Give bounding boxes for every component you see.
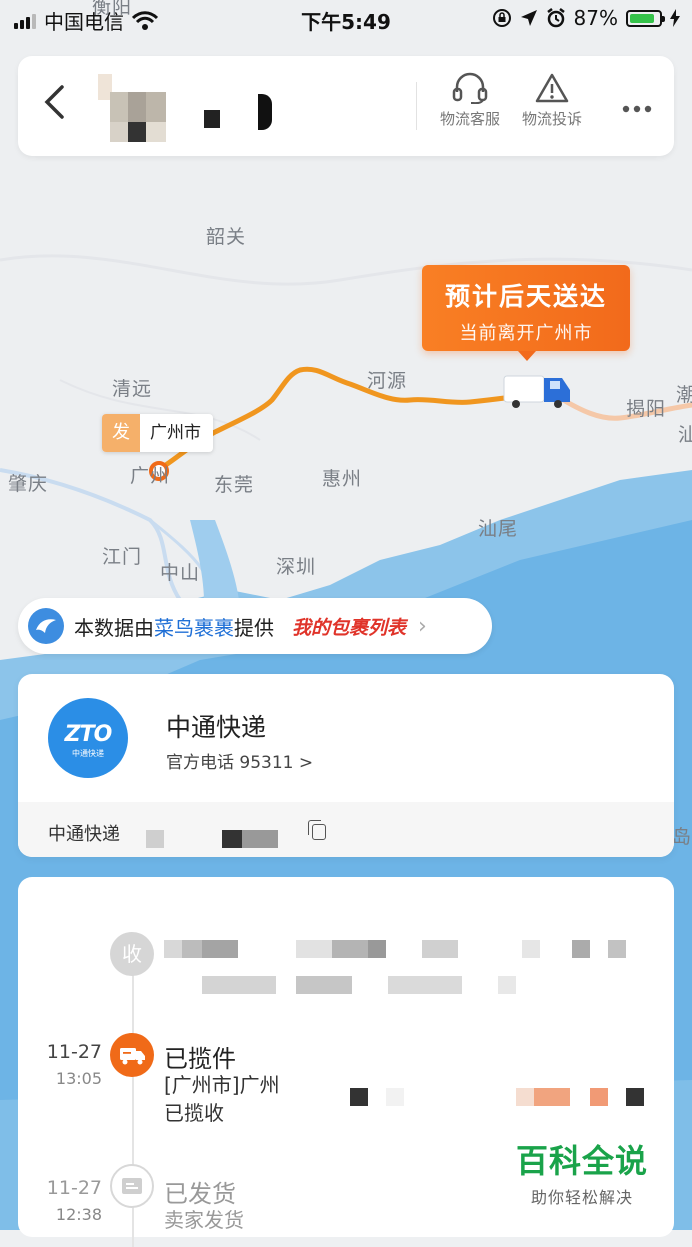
box-icon	[110, 1164, 154, 1208]
my-package-list-link[interactable]: 我的包裹列表	[292, 613, 406, 640]
city-label: 汕尾	[478, 518, 519, 540]
more-button[interactable]	[622, 94, 652, 114]
city-label: 肇庆	[8, 473, 49, 495]
truck-icon	[110, 1033, 154, 1077]
city-label: 汕	[678, 424, 692, 446]
city-label: 清远	[112, 378, 153, 400]
customer-service-label: 物流客服	[439, 110, 500, 128]
watermark-title: 百科全说	[516, 1142, 649, 1180]
rotation-lock-icon	[492, 9, 511, 27]
data-source-pill[interactable]: 本数据由 菜鸟裹裹 提供 我的包裹列表 ›	[18, 598, 492, 654]
event-datetime: 11-27 13:05	[26, 1041, 102, 1088]
courier-name: 中通快递	[166, 713, 267, 742]
back-button[interactable]	[42, 84, 72, 124]
zto-logo-text: ZTO	[64, 722, 113, 747]
event-description: [广州市]广州	[164, 1073, 280, 1097]
eta-subtitle: 当前离开广州市	[459, 323, 593, 344]
eta-title: 预计后天送达	[444, 282, 607, 311]
city-label: 江门	[102, 546, 143, 568]
source-prefix: 本数据由	[74, 615, 154, 640]
location-icon	[520, 10, 537, 26]
warning-icon	[535, 73, 569, 103]
cainiao-logo-icon	[28, 608, 64, 644]
city-label: 岛	[672, 826, 692, 848]
origin-tag: 发 广州市	[102, 414, 213, 452]
origin-city: 广州市	[150, 423, 201, 443]
source-suffix: 提供	[234, 615, 274, 640]
alarm-icon	[546, 8, 565, 28]
copy-icon[interactable]	[308, 820, 326, 840]
event-datetime: 11-27 12:38	[26, 1177, 102, 1224]
watermark: 百科全说 助你轻松解决	[516, 1136, 648, 1208]
city-label: 河源	[367, 370, 408, 392]
city-label: 中山	[160, 562, 201, 584]
event-title: 已揽件	[164, 1045, 236, 1073]
charging-icon	[670, 9, 680, 27]
watermark-subtitle: 助你轻松解决	[531, 1188, 634, 1207]
event-time: 12:38	[55, 1205, 102, 1224]
origin-badge: 发	[102, 414, 140, 452]
header-divider	[416, 82, 417, 130]
city-label: 东莞	[214, 474, 255, 496]
event-description-2: 已揽收	[164, 1101, 224, 1125]
waybill-label: 中通快递	[48, 824, 120, 845]
city-label: 揭阳	[626, 398, 667, 420]
battery-icon	[626, 9, 665, 27]
city-label: 深圳	[276, 556, 317, 578]
headset-icon	[452, 72, 488, 104]
zto-logo-sub: 中通快递	[72, 749, 104, 758]
event-date: 11-27	[46, 1177, 102, 1199]
receive-icon: 收	[110, 932, 154, 976]
header-card: 物流客服 物流投诉	[18, 56, 674, 156]
status-bar: 中国电信 下午5:49 87%	[0, 0, 692, 38]
more-icon	[622, 105, 652, 113]
city-label-guangzhou: 广州	[130, 465, 171, 487]
chevron-left-icon	[44, 85, 64, 119]
event-title: 已发货	[164, 1180, 236, 1208]
complaint-label: 物流投诉	[521, 110, 582, 128]
eta-bubble: 预计后天送达 当前离开广州市	[422, 265, 630, 361]
city-label: 韶关	[206, 226, 247, 248]
courier-phone-link[interactable]: 官方电话 95311 >	[166, 748, 313, 773]
chevron-right-icon: ›	[418, 613, 427, 639]
event-time: 13:05	[55, 1069, 102, 1088]
source-brand: 菜鸟裹裹	[154, 615, 234, 640]
event-date: 11-27	[46, 1041, 102, 1063]
city-label: 潮	[676, 384, 692, 406]
zto-logo: ZTO 中通快递	[48, 698, 128, 778]
complaint-button[interactable]: 物流投诉	[512, 72, 592, 129]
customer-service-button[interactable]: 物流客服	[430, 72, 510, 129]
courier-card: ZTO 中通快递 中通快递 官方电话 95311 > 中通快递	[18, 674, 674, 857]
battery-percent: 87%	[573, 6, 618, 30]
city-label: 惠州	[322, 468, 363, 490]
battery-fill	[630, 13, 655, 23]
